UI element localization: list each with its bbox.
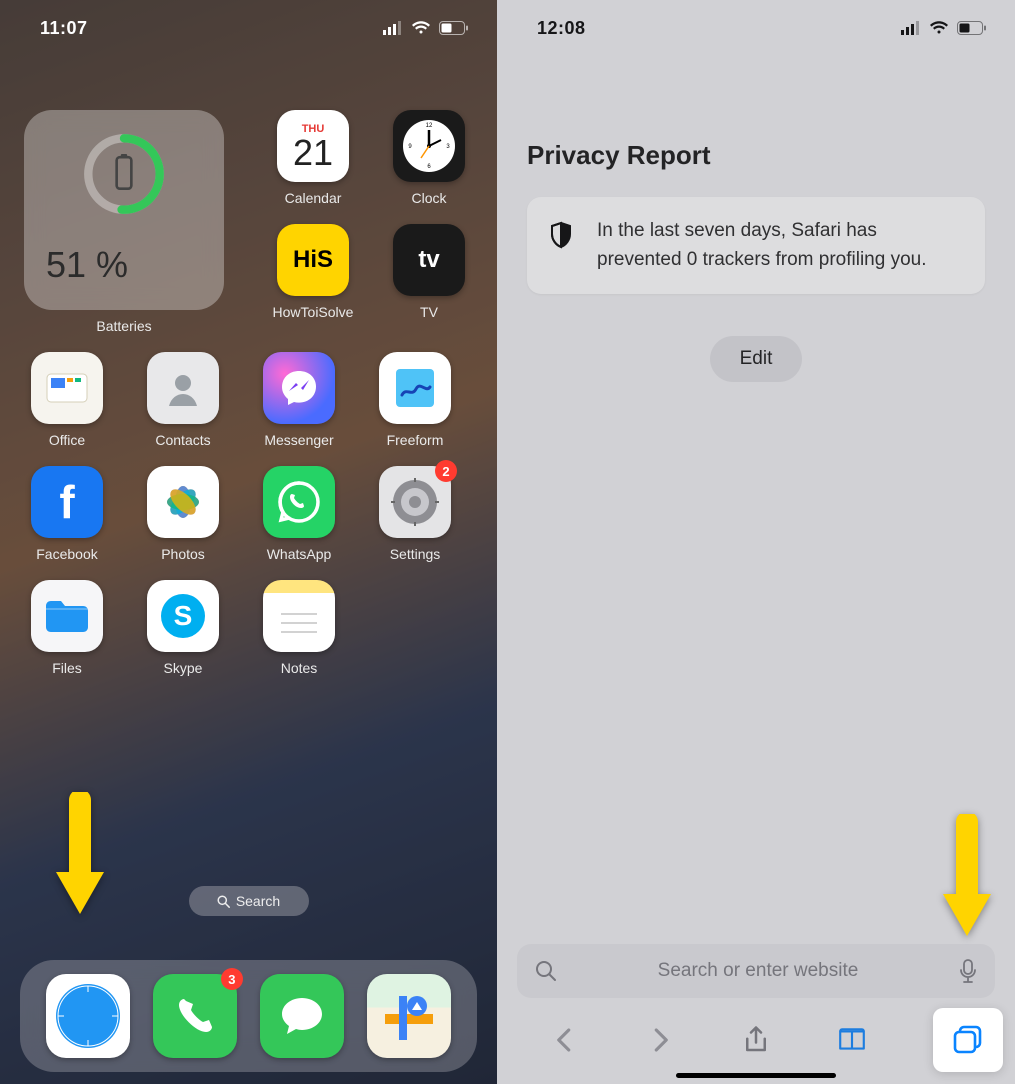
contacts-icon	[147, 352, 219, 424]
app-files[interactable]: Files	[24, 580, 110, 676]
whatsapp-icon	[263, 466, 335, 538]
privacy-report-text: In the last seven days, Safari has preve…	[597, 217, 963, 274]
dock: 3	[20, 960, 477, 1072]
dock-safari[interactable]	[46, 974, 130, 1058]
settings-badge: 2	[435, 460, 457, 482]
skype-icon: S	[147, 580, 219, 652]
dock-phone[interactable]: 3	[153, 974, 237, 1058]
tabs-button[interactable]	[933, 1008, 1003, 1072]
calendar-icon: THU 21	[277, 110, 349, 182]
maps-icon	[379, 986, 439, 1046]
privacy-report-card[interactable]: In the last seven days, Safari has preve…	[527, 197, 985, 294]
files-icon	[31, 580, 103, 652]
dock-messages[interactable]	[260, 974, 344, 1058]
share-button[interactable]	[731, 1015, 781, 1065]
messenger-icon	[263, 352, 335, 424]
battery-icon	[957, 21, 987, 35]
his-icon: HiS	[277, 224, 349, 296]
status-time-right: 12:08	[537, 18, 586, 39]
app-office[interactable]: Office	[24, 352, 110, 448]
photos-icon	[147, 466, 219, 538]
status-icons-right	[901, 21, 987, 35]
office-icon	[31, 352, 103, 424]
safari-panel: 12:08 Privacy Report In the last seven d…	[497, 0, 1015, 1084]
battery-icon	[439, 21, 469, 35]
svg-text:S: S	[174, 600, 193, 631]
search-icon	[217, 895, 230, 908]
status-icons	[383, 21, 469, 35]
facebook-icon: f	[31, 466, 103, 538]
app-whatsapp[interactable]: WhatsApp	[256, 466, 342, 562]
privacy-report-title: Privacy Report	[527, 140, 985, 171]
address-placeholder: Search or enter website	[571, 960, 945, 982]
bookmarks-button[interactable]	[827, 1015, 877, 1065]
notes-icon	[263, 580, 335, 652]
search-pill-label: Search	[236, 893, 280, 909]
messages-bubble-icon	[276, 990, 328, 1042]
forward-button[interactable]	[635, 1015, 685, 1065]
wifi-icon	[411, 21, 431, 35]
app-tv[interactable]: tv TV	[386, 224, 472, 320]
search-icon	[535, 960, 557, 982]
app-messenger[interactable]: Messenger	[256, 352, 342, 448]
address-bar[interactable]: Search or enter website	[517, 944, 995, 998]
home-indicator[interactable]	[676, 1073, 836, 1078]
phone-handset-icon	[172, 993, 218, 1039]
app-settings[interactable]: 2 Settings	[372, 466, 458, 562]
status-bar-right: 12:08	[497, 0, 1015, 56]
app-calendar[interactable]: THU 21 Calendar	[270, 110, 356, 206]
battery-widget-label: Batteries	[96, 318, 151, 334]
dock-maps[interactable]	[367, 974, 451, 1058]
edit-button-label: Edit	[740, 348, 773, 370]
appletv-icon: tv	[393, 224, 465, 296]
homescreen-panel: 11:07 51 % Batteries	[0, 0, 497, 1084]
status-bar-left: 11:07	[0, 0, 497, 56]
spotlight-search-pill[interactable]: Search	[189, 886, 309, 916]
app-facebook[interactable]: f Facebook	[24, 466, 110, 562]
cellular-icon	[901, 21, 921, 35]
app-contacts[interactable]: Contacts	[140, 352, 226, 448]
svg-text:12: 12	[426, 123, 433, 129]
clock-icon: 12369	[393, 110, 465, 182]
status-time: 11:07	[40, 18, 88, 39]
app-howtoisolve[interactable]: HiS HowToiSolve	[270, 224, 356, 320]
cellular-icon	[383, 21, 403, 35]
app-freeform[interactable]: Freeform	[372, 352, 458, 448]
shield-icon	[549, 221, 573, 249]
tutorial-arrow-tabs	[935, 814, 999, 944]
battery-percent: 51 %	[46, 244, 202, 286]
app-clock[interactable]: 12369 Clock	[386, 110, 472, 206]
wifi-icon	[929, 21, 949, 35]
app-skype[interactable]: S Skype	[140, 580, 226, 676]
settings-icon: 2	[379, 466, 451, 538]
microphone-icon[interactable]	[959, 959, 977, 983]
calendar-dom: 21	[293, 135, 333, 171]
battery-widget[interactable]: 51 %	[24, 110, 224, 310]
app-photos[interactable]: Photos	[140, 466, 226, 562]
tabs-icon	[951, 1023, 985, 1057]
back-button[interactable]	[540, 1015, 590, 1065]
battery-ring-icon	[82, 132, 166, 216]
safari-icon	[52, 980, 124, 1052]
tutorial-arrow-safari	[48, 792, 112, 922]
phone-badge: 3	[221, 968, 243, 990]
app-notes[interactable]: Notes	[256, 580, 342, 676]
edit-button[interactable]: Edit	[710, 336, 802, 382]
freeform-icon	[379, 352, 451, 424]
